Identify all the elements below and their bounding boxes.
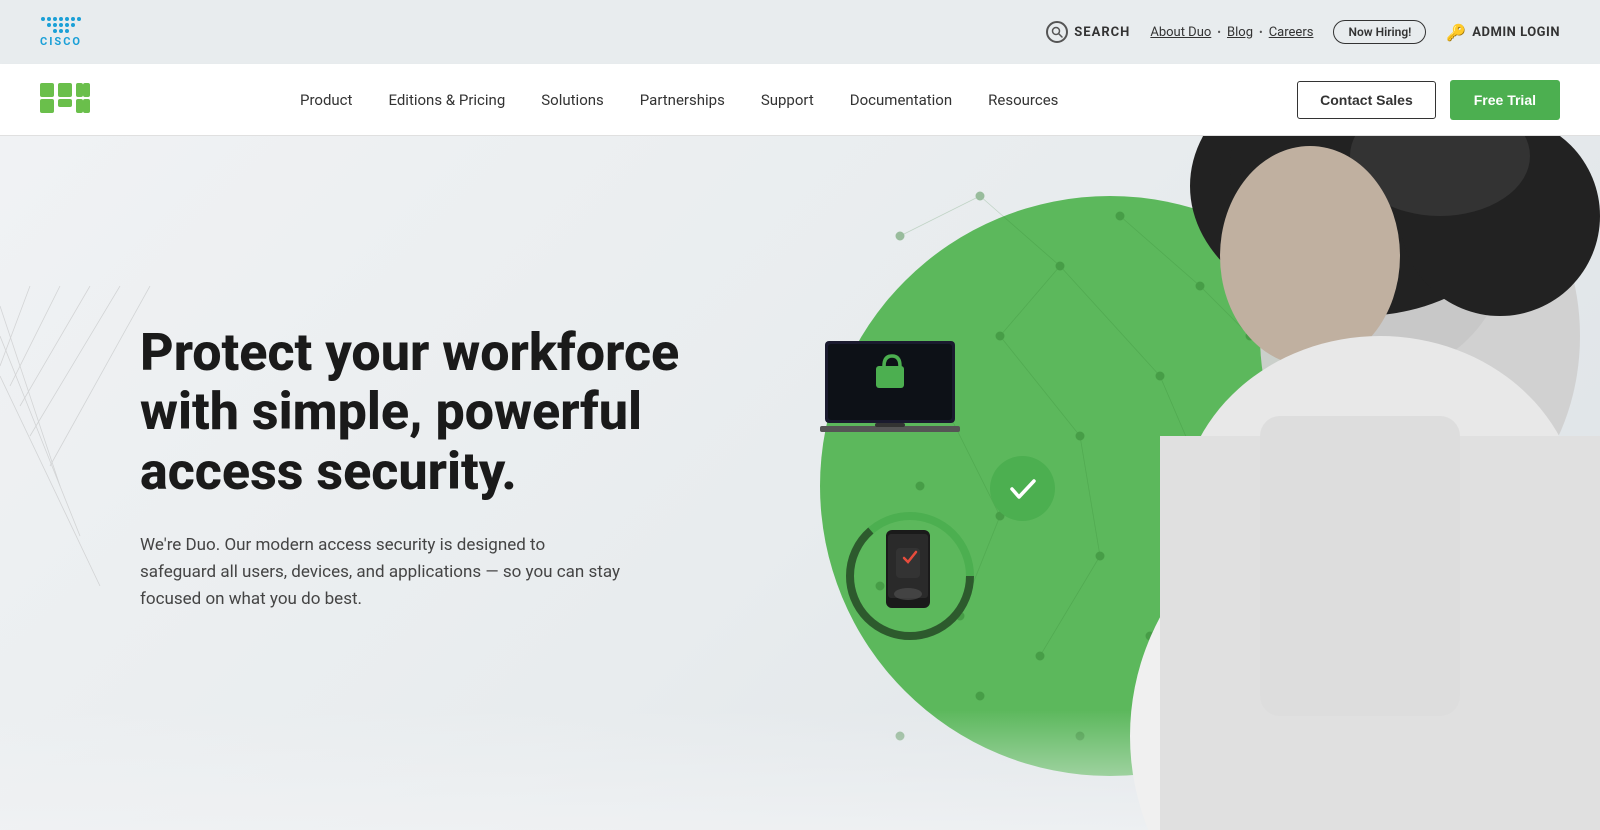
key-icon: 🔑 <box>1446 23 1466 42</box>
phone-icon <box>840 506 980 646</box>
nav-partnerships[interactable]: Partnerships <box>640 91 725 109</box>
cisco-bar <box>59 23 63 27</box>
hero-person-image <box>960 136 1600 830</box>
cisco-bar <box>59 29 63 33</box>
nav-resources[interactable]: Resources <box>988 91 1058 109</box>
dot-separator: • <box>1259 26 1263 39</box>
cisco-bar <box>47 17 51 21</box>
top-bar-right: SEARCH About Duo • Blog • Careers Now Hi… <box>1046 20 1560 44</box>
laptop-icon <box>820 336 965 446</box>
hero-headline: Protect your workforce with simple, powe… <box>140 323 760 502</box>
cisco-bar <box>65 17 69 21</box>
hero-content: Protect your workforce with simple, powe… <box>140 323 760 614</box>
cisco-bar <box>65 29 69 33</box>
topnav-careers[interactable]: Careers <box>1269 25 1314 40</box>
cisco-bar <box>77 17 81 21</box>
cisco-bar <box>71 23 75 27</box>
search-label: SEARCH <box>1074 25 1130 40</box>
cisco-logo[interactable]: CISCO <box>40 17 82 48</box>
cisco-bar <box>65 23 69 27</box>
cisco-logo-text: CISCO <box>40 35 82 48</box>
hero-subtext: We're Duo. Our modern access security is… <box>140 532 620 614</box>
nav-solutions[interactable]: Solutions <box>541 91 604 109</box>
nav-actions: Contact Sales Free Trial <box>1297 80 1560 120</box>
cisco-bar <box>71 17 75 21</box>
search-area[interactable]: SEARCH <box>1046 21 1130 43</box>
admin-login[interactable]: 🔑 ADMIN LOGIN <box>1446 23 1560 42</box>
cisco-bar <box>41 17 45 21</box>
dot-separator: • <box>1217 26 1221 39</box>
contact-sales-button[interactable]: Contact Sales <box>1297 81 1436 119</box>
topnav-blog[interactable]: Blog <box>1227 25 1253 40</box>
hero-section: Protect your workforce with simple, powe… <box>0 136 1600 830</box>
topnav-about-duo[interactable]: About Duo <box>1150 25 1211 40</box>
check-badge <box>990 456 1055 521</box>
cisco-logo-bars <box>41 17 81 33</box>
nav-documentation[interactable]: Documentation <box>850 91 952 109</box>
nav-product[interactable]: Product <box>300 91 352 109</box>
duo-logo[interactable] <box>40 78 120 122</box>
nav-editions-pricing[interactable]: Editions & Pricing <box>388 91 505 109</box>
main-nav: Product Editions & Pricing Solutions Par… <box>0 64 1600 136</box>
top-bar: CISCO SEARCH About Duo • Blog • Careers … <box>0 0 1600 64</box>
top-bar-left: CISCO <box>40 17 82 48</box>
cisco-bar <box>53 17 57 21</box>
free-trial-button[interactable]: Free Trial <box>1450 80 1560 120</box>
laptop-icon-container <box>820 336 965 450</box>
cisco-bar <box>53 29 57 33</box>
cisco-bar <box>53 23 57 27</box>
admin-login-text: ADMIN LOGIN <box>1472 25 1560 40</box>
cisco-bar <box>59 17 63 21</box>
hiring-badge[interactable]: Now Hiring! <box>1333 20 1426 44</box>
search-icon <box>1046 21 1068 43</box>
checkmark-icon <box>1005 471 1041 507</box>
phone-icon-container <box>840 506 980 650</box>
main-nav-links: Product Editions & Pricing Solutions Par… <box>300 91 1297 109</box>
nav-support[interactable]: Support <box>761 91 814 109</box>
person-silhouette <box>960 136 1600 830</box>
cisco-bar <box>47 23 51 27</box>
top-nav-links: About Duo • Blog • Careers <box>1150 25 1313 40</box>
